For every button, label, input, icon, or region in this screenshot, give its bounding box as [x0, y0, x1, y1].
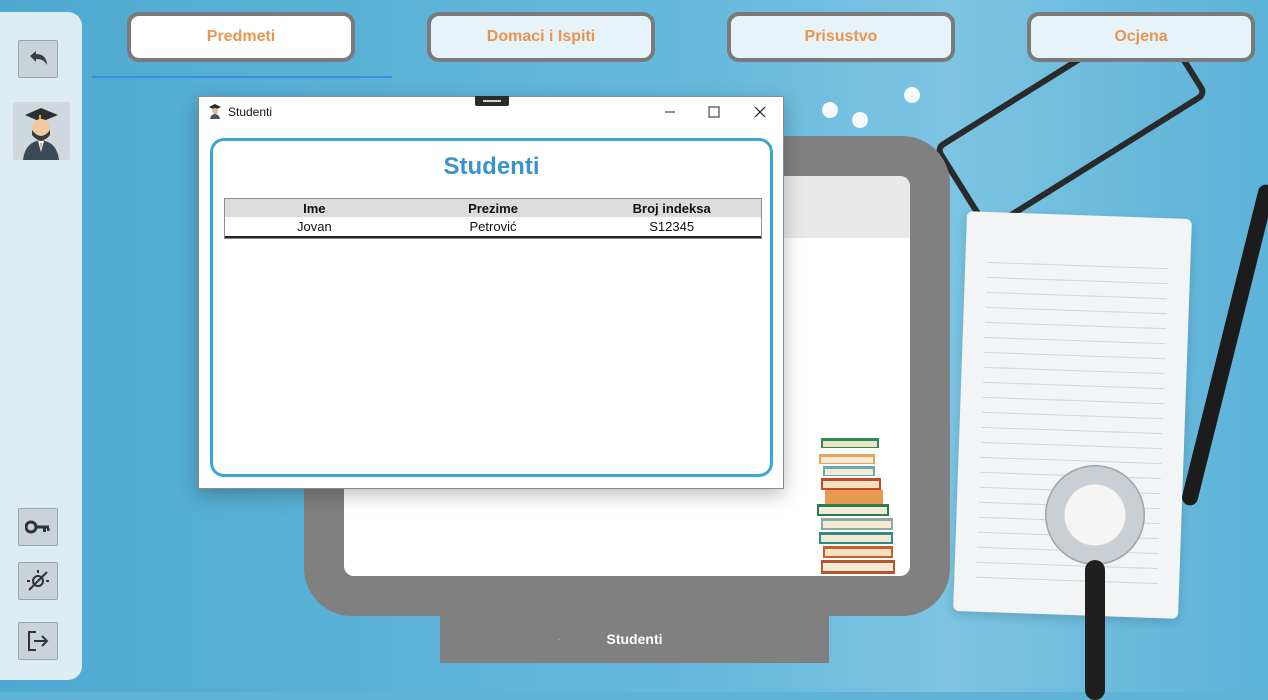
- studenti-window: Studenti Studenti Ime Prezime Broj indek…: [198, 96, 784, 489]
- tab-domaci-i-ispiti[interactable]: Domaci i Ispiti: [427, 12, 655, 62]
- monitor-stand: · Studenti: [440, 615, 829, 663]
- key-icon[interactable]: [18, 508, 58, 546]
- table-header: Ime Prezime Broj indeksa: [225, 199, 761, 217]
- close-icon[interactable]: [740, 99, 780, 125]
- notepad-line: [982, 411, 1163, 420]
- cell-ime: Jovan: [296, 219, 332, 234]
- notepad-line: [982, 396, 1164, 405]
- monitor-label: Studenti: [606, 631, 663, 647]
- panel-heading: Studenti: [443, 153, 540, 180]
- pill-decoration: [822, 102, 838, 118]
- minimize-icon[interactable]: [650, 99, 690, 125]
- notepad-line: [984, 351, 1166, 360]
- pill-decoration: [852, 112, 868, 128]
- notepad-line: [985, 306, 1167, 315]
- notepad-line: [980, 456, 1162, 465]
- column-header-prezime[interactable]: Prezime: [404, 201, 583, 216]
- tab-predmeti[interactable]: Predmeti: [127, 12, 355, 62]
- column-header-broj-indeksa[interactable]: Broj indeksa: [582, 201, 761, 216]
- stand-dot: ·: [558, 637, 560, 643]
- notepad-line: [986, 276, 1168, 285]
- cell-broj-indeksa: S12345: [649, 219, 695, 234]
- notepad-line: [976, 561, 1158, 570]
- notepad-line: [986, 291, 1168, 300]
- books-stack-icon: [815, 436, 897, 576]
- notepad-line: [984, 336, 1166, 345]
- notepad-line: [981, 426, 1163, 435]
- notepad-line: [987, 261, 1169, 270]
- graduate-avatar-icon: [13, 102, 70, 160]
- students-table: Ime Prezime Broj indeksa Jovan Petrović …: [224, 198, 762, 239]
- window-title: Studenti: [228, 105, 273, 119]
- notepad-line: [980, 441, 1162, 450]
- maximize-icon[interactable]: [694, 99, 734, 125]
- graduate-icon: [208, 103, 222, 119]
- tab-prisustvo[interactable]: Prisustvo: [727, 12, 955, 62]
- stethoscope-decoration: [1045, 465, 1145, 565]
- sidebar: [0, 12, 82, 680]
- tab-ocjena[interactable]: Ocjena: [1027, 12, 1255, 62]
- window-titlebar[interactable]: Studenti: [199, 97, 783, 127]
- students-panel: Studenti Ime Prezime Broj indeksa Jovan …: [210, 138, 773, 477]
- pen-decoration: [1180, 182, 1268, 508]
- active-tab-indicator: [92, 76, 392, 78]
- theme-toggle-icon[interactable]: [18, 562, 58, 600]
- stethoscope-tube-decoration: [1085, 560, 1105, 700]
- pill-decoration: [904, 87, 920, 103]
- notepad-line: [985, 321, 1167, 330]
- table-row[interactable]: Jovan Petrović S12345: [225, 217, 761, 238]
- notepad-line: [976, 576, 1158, 585]
- notepad-line: [983, 366, 1165, 375]
- notepad-line: [983, 381, 1164, 390]
- logout-icon[interactable]: [18, 622, 58, 660]
- column-header-ime[interactable]: Ime: [225, 201, 404, 216]
- undo-arrow-icon[interactable]: [18, 40, 58, 78]
- cell-prezime: Petrović: [469, 219, 517, 234]
